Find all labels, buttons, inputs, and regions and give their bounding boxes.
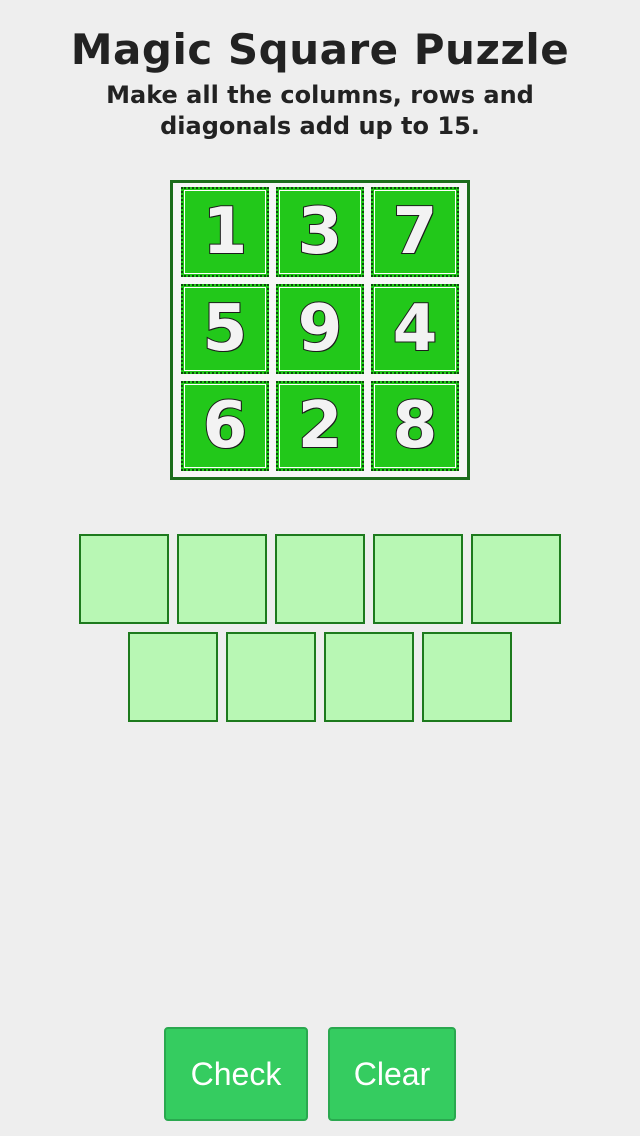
number-board: 1 3 7 5 9 4 6 2 8 [170,180,470,480]
answer-slot[interactable] [324,632,414,722]
tile-number: 4 [392,292,439,366]
number-tile[interactable]: 9 [276,284,364,374]
number-tile[interactable]: 7 [371,187,459,277]
answer-slot[interactable] [128,632,218,722]
answer-slot[interactable] [471,534,561,624]
answer-slot[interactable] [226,632,316,722]
number-tile[interactable]: 6 [181,381,269,471]
page-title: Magic Square Puzzle [70,25,570,74]
number-tile[interactable]: 1 [181,187,269,277]
number-tile[interactable]: 2 [276,381,364,471]
instructions-text: Make all the columns, rows and diagonals… [106,81,534,140]
tile-number: 7 [392,195,439,269]
number-tile[interactable]: 5 [181,284,269,374]
tile-number: 8 [392,389,439,463]
answer-slot[interactable] [373,534,463,624]
check-button[interactable]: Check [164,1027,308,1121]
tile-number: 9 [297,292,344,366]
answer-slot[interactable] [79,534,169,624]
tile-number: 2 [297,389,344,463]
clear-button[interactable]: Clear [328,1027,456,1121]
number-tile[interactable]: 3 [276,187,364,277]
number-tile[interactable]: 8 [371,381,459,471]
tile-number: 1 [202,195,249,269]
tile-number: 5 [202,292,249,366]
answer-slot[interactable] [177,534,267,624]
number-tile[interactable]: 4 [371,284,459,374]
answer-slot[interactable] [275,534,365,624]
answer-slot[interactable] [422,632,512,722]
tile-number: 3 [297,195,344,269]
tile-number: 6 [202,389,249,463]
